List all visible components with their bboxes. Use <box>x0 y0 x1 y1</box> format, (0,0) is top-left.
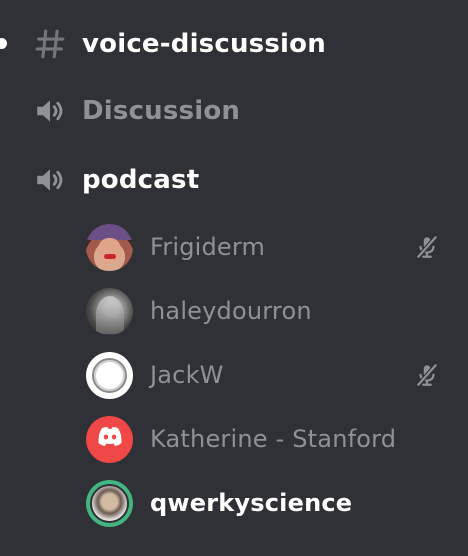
avatar <box>86 415 133 463</box>
channel-name: voice-discussion <box>82 29 326 59</box>
channel-discussion[interactable]: Discussion <box>30 88 240 134</box>
user-name: Katherine - Stanford <box>150 425 397 453</box>
channel-sidebar: voice-discussion Discussion podcast Frig… <box>0 0 468 556</box>
user-name: Frigiderm <box>150 233 266 261</box>
channel-podcast[interactable]: podcast <box>30 157 199 203</box>
speaker-icon <box>30 160 70 200</box>
voice-user-qwerkyscience[interactable]: qwerkyscience <box>86 478 456 528</box>
mic-muted-icon <box>414 362 440 388</box>
avatar <box>86 287 133 335</box>
voice-user-haleydourron[interactable]: haleydourron <box>86 286 456 336</box>
channel-name: Discussion <box>82 96 241 126</box>
user-name: haleydourron <box>150 297 312 325</box>
channel-name: podcast <box>82 165 200 195</box>
avatar <box>86 351 133 399</box>
user-name: qwerkyscience <box>150 489 353 517</box>
avatar <box>86 223 133 271</box>
discord-logo-icon <box>95 425 125 453</box>
speaker-icon <box>30 91 70 131</box>
voice-user-jackw[interactable]: JackW <box>86 350 456 400</box>
user-name: JackW <box>150 361 224 389</box>
channel-voice-discussion[interactable]: voice-discussion <box>30 21 326 67</box>
avatar-speaking <box>86 479 133 527</box>
voice-user-katherine-stanford[interactable]: Katherine - Stanford <box>86 414 456 464</box>
mic-muted-icon <box>414 234 440 260</box>
unread-indicator <box>0 38 7 49</box>
voice-user-frigiderm[interactable]: Frigiderm <box>86 222 456 272</box>
hash-icon <box>30 24 70 64</box>
